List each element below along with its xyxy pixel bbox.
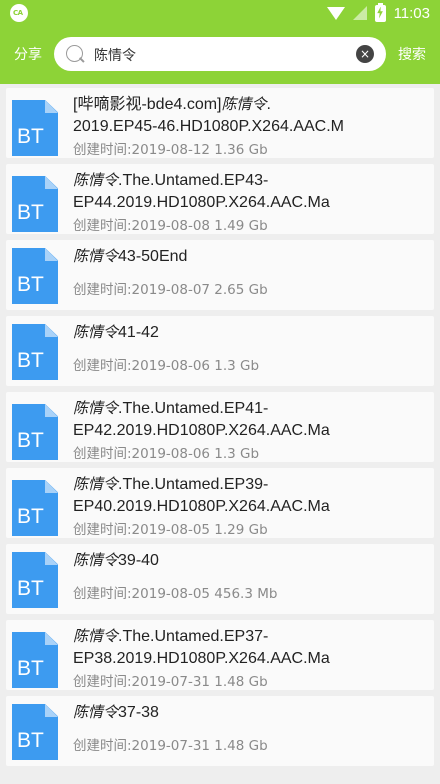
result-meta: 创建时间:2019-08-06 1.3 Gb [73, 358, 260, 374]
result-title-suffix: 37-38 [118, 704, 159, 721]
clear-icon[interactable]: × [356, 45, 374, 63]
result-title-line2: 2019.EP45-46.HD1080P.X264.AAC.M [73, 118, 344, 135]
result-title-keyword: 陈情令 [73, 627, 119, 645]
result-title-keyword: 陈情令 [73, 399, 119, 417]
result-item[interactable]: BT 陈情令.The.Untamed.EP37- EP38.2019.HD1080P… [6, 620, 434, 690]
bt-file-icon-label: BT [17, 577, 44, 600]
bt-file-icon: BT [12, 480, 58, 536]
result-item[interactable]: BT 陈情令43-50End 创建时间:2019-08-07 2.65 Gb [6, 240, 434, 310]
result-title-line2: EP38.2019.HD1080P.X264.AAC.Ma [73, 650, 330, 667]
wifi-icon [326, 6, 345, 20]
bt-file-icon: BT [12, 404, 58, 460]
bt-file-icon-label: BT [17, 125, 44, 148]
result-title-keyword: 陈情令 [221, 95, 267, 113]
result-title-keyword: 陈情令 [73, 171, 119, 189]
bt-file-icon-label: BT [17, 201, 44, 224]
result-meta: 创建时间:2019-08-08 1.49 Gb [73, 218, 268, 234]
status-bar: CA 11:03 [0, 0, 440, 26]
result-item[interactable]: BT 陈情令37-38 创建时间:2019-07-31 1.48 Gb [6, 696, 434, 766]
result-meta: 创建时间:2019-08-06 1.3 Gb [73, 446, 260, 462]
result-title-keyword: 陈情令 [73, 551, 119, 569]
bt-file-icon-label: BT [17, 273, 44, 296]
result-title: 陈情令41-42 [73, 321, 363, 344]
battery-charging-icon [374, 2, 386, 22]
bt-file-icon-label: BT [17, 729, 44, 752]
result-title-suffix: . [266, 96, 271, 113]
bt-file-icon: BT [12, 248, 58, 304]
bt-file-icon: BT [12, 324, 58, 380]
result-item[interactable]: BT 陈情令.The.Untamed.EP43- EP44.2019.HD1080P… [6, 164, 434, 234]
result-title: 陈情令37-38 [73, 701, 363, 724]
result-title-suffix: .The.Untamed.EP41- [118, 400, 269, 417]
result-meta: 创建时间:2019-08-12 1.36 Gb [73, 142, 268, 158]
bt-file-icon-label: BT [17, 349, 44, 372]
signal-icon [352, 6, 367, 20]
result-meta: 创建时间:2019-08-05 456.3 Mb [73, 586, 278, 602]
result-meta: 创建时间:2019-07-31 1.48 Gb [73, 738, 268, 754]
search-icon [66, 45, 83, 62]
result-title-suffix: 43-50End [118, 248, 188, 265]
result-item[interactable]: BT 陈情令41-42 创建时间:2019-08-06 1.3 Gb [6, 316, 434, 386]
bt-file-icon: BT [12, 100, 58, 156]
bt-file-icon: BT [12, 176, 58, 232]
result-meta: 创建时间:2019-07-31 1.48 Gb [73, 674, 268, 690]
bt-file-icon: BT [12, 552, 58, 608]
result-title-keyword: 陈情令 [73, 703, 119, 721]
bt-file-icon: BT [12, 704, 58, 760]
result-title-keyword: 陈情令 [73, 247, 119, 265]
bt-file-icon-label: BT [17, 505, 44, 528]
bt-file-icon: BT [12, 632, 58, 688]
result-item[interactable]: BT 陈情令.The.Untamed.EP39- EP40.2019.HD1080P… [6, 468, 434, 538]
result-title: 陈情令.The.Untamed.EP39- EP40.2019.HD1080P.X… [73, 473, 363, 518]
result-title: 陈情令.The.Untamed.EP41- EP42.2019.HD1080P.X… [73, 397, 363, 442]
result-title: 陈情令.The.Untamed.EP37- EP38.2019.HD1080P.X… [73, 625, 363, 670]
result-title-line2: EP40.2019.HD1080P.X264.AAC.Ma [73, 498, 330, 515]
result-title-keyword: 陈情令 [73, 475, 119, 493]
search-input[interactable]: 陈情令 × [54, 37, 386, 71]
result-title-suffix: 39-40 [118, 552, 159, 569]
result-title: [哔嘀影视-bde4.com]陈情令. 2019.EP45-46.HD1080P.… [73, 93, 363, 138]
result-title-suffix: .The.Untamed.EP43- [118, 172, 269, 189]
result-title-line2: EP42.2019.HD1080P.X264.AAC.Ma [73, 422, 330, 439]
share-button[interactable]: 分享 [14, 44, 42, 64]
result-title-suffix: .The.Untamed.EP39- [118, 476, 269, 493]
top-bar: CA 11:03 分享 陈情令 × 搜索 [0, 0, 440, 84]
status-icons: 11:03 [326, 2, 430, 22]
search-button[interactable]: 搜索 [398, 44, 426, 64]
result-title: 陈情令43-50End [73, 245, 363, 268]
result-title-keyword: 陈情令 [73, 323, 119, 341]
result-item[interactable]: BT 陈情令39-40 创建时间:2019-08-05 456.3 Mb [6, 544, 434, 614]
result-meta: 创建时间:2019-08-05 1.29 Gb [73, 522, 268, 538]
result-title-line2: EP44.2019.HD1080P.X264.AAC.Ma [73, 194, 330, 211]
status-time: 11:03 [393, 4, 430, 22]
search-input-value[interactable]: 陈情令 [94, 45, 136, 65]
bt-file-icon-label: BT [17, 429, 44, 452]
result-title-suffix: 41-42 [118, 324, 159, 341]
result-title: 陈情令39-40 [73, 549, 363, 572]
result-item[interactable]: BT [哔嘀影视-bde4.com]陈情令. 2019.EP45-46.HD1080… [6, 88, 434, 158]
result-title: 陈情令.The.Untamed.EP43- EP44.2019.HD1080P.X… [73, 169, 363, 214]
result-title-prefix: [哔嘀影视-bde4.com] [73, 96, 222, 113]
app-notification-icon: CA [10, 4, 28, 22]
result-title-suffix: .The.Untamed.EP37- [118, 628, 269, 645]
result-item[interactable]: BT 陈情令.The.Untamed.EP41- EP42.2019.HD1080P… [6, 392, 434, 462]
result-meta: 创建时间:2019-08-07 2.65 Gb [73, 282, 268, 298]
app-badge-text: CA [13, 9, 23, 17]
bt-file-icon-label: BT [17, 657, 44, 680]
